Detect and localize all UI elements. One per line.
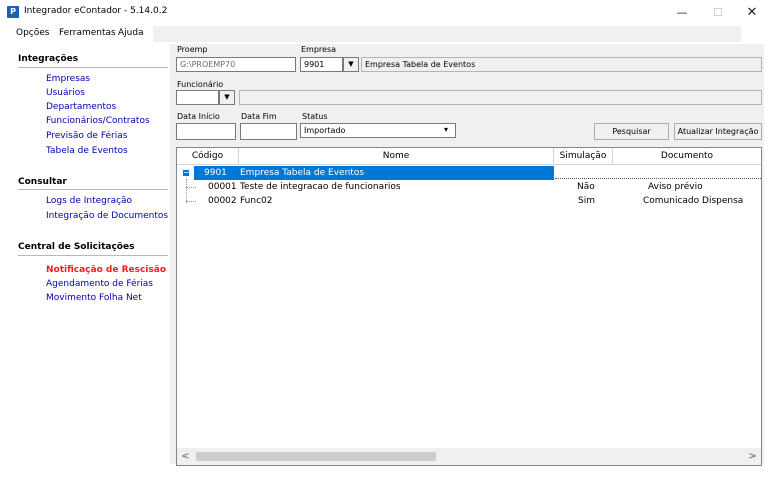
table-row[interactable]: 00001 Teste de integracao de funcionario… — [177, 180, 761, 194]
cell-codigo: 00001 — [208, 182, 237, 192]
sidebar-item-logs-integracao[interactable]: Logs de Integração — [46, 196, 132, 206]
app-icon: P — [7, 6, 19, 18]
divider — [18, 189, 168, 190]
close-button[interactable]: ✕ — [734, 2, 770, 24]
sidebar-item-departamentos[interactable]: Departamentos — [46, 102, 116, 112]
chevron-down-icon: ▼ — [348, 60, 354, 68]
column-header-codigo[interactable]: Código — [177, 148, 239, 165]
minimize-button[interactable]: — — [664, 2, 700, 24]
focus-outline — [555, 178, 761, 179]
sidebar-item-integracao-documentos[interactable]: Integração de Documentos — [46, 211, 168, 221]
cell-simulacao: Sim — [578, 196, 595, 206]
data-fim-field[interactable] — [240, 123, 297, 140]
data-inicio-label: Data Início — [177, 112, 220, 121]
chevron-down-icon: ▼ — [224, 93, 230, 101]
grid-header: Código Nome Simulação Documento — [177, 148, 761, 165]
window-title: Integrador eContador - 5.14.0.2 — [24, 6, 168, 16]
scroll-left-icon[interactable]: < — [177, 448, 194, 465]
chevron-down-icon: ▾ — [444, 125, 449, 134]
table-row[interactable]: 00002 Func02 Sim Comunicado Dispensa — [177, 194, 761, 208]
sidebar-item-movimento-folha-net[interactable]: Movimento Folha Net — [46, 293, 142, 303]
empresa-label: Empresa — [301, 45, 337, 54]
funcionario-code-field[interactable] — [176, 90, 219, 105]
divider — [18, 255, 168, 256]
proemp-label: Proemp — [177, 45, 208, 54]
group-code: 9901 — [204, 168, 227, 178]
menu-ferramentas[interactable]: Ferramentas — [59, 28, 116, 38]
results-grid: Código Nome Simulação Documento − 9901 E… — [176, 147, 762, 466]
section-header-consultar: Consultar — [18, 177, 67, 187]
status-select[interactable]: Importado — [300, 123, 456, 138]
scrollbar-thumb[interactable] — [196, 452, 436, 461]
title-bar: P Integrador eContador - 5.14.0.2 — ☐ ✕ — [0, 0, 773, 26]
cell-documento: Comunicado Dispensa — [643, 196, 744, 206]
status-label: Status — [302, 112, 328, 121]
funcionario-name-field — [239, 90, 762, 105]
atualizar-integracao-button[interactable]: Atualizar Integração — [674, 123, 762, 140]
section-header-central-solicitacoes: Central de Solicitações — [18, 242, 135, 252]
sidebar-item-usuarios[interactable]: Usuários — [46, 88, 85, 98]
sidebar: Integrações Empresas Usuários Departamen… — [10, 44, 168, 462]
collapse-icon[interactable]: − — [182, 169, 190, 177]
column-header-documento[interactable]: Documento — [613, 148, 761, 165]
sidebar-item-tabela-eventos[interactable]: Tabela de Eventos — [46, 146, 128, 156]
cell-codigo: 00002 — [208, 196, 237, 206]
column-header-nome[interactable]: Nome — [239, 148, 554, 165]
data-inicio-field[interactable] — [176, 123, 236, 140]
cell-nome: Teste de integracao de funcionarios — [240, 182, 401, 192]
sidebar-item-notificacao-rescisao[interactable]: Notificação de Rescisão — [46, 265, 166, 275]
maximize-button[interactable]: ☐ — [700, 2, 736, 24]
horizontal-scrollbar[interactable]: < > — [177, 448, 761, 465]
empresa-dropdown-button[interactable]: ▼ — [343, 57, 359, 72]
cell-nome: Func02 — [240, 196, 273, 206]
data-fim-label: Data Fim — [241, 112, 277, 121]
funcionario-dropdown-button[interactable]: ▼ — [219, 90, 235, 105]
sidebar-item-agendamento-ferias[interactable]: Agendamento de Férias — [46, 279, 153, 289]
divider — [18, 67, 168, 68]
empresa-code-field[interactable]: 9901 — [300, 57, 343, 72]
group-name: Empresa Tabela de Eventos — [240, 168, 365, 178]
scroll-right-icon[interactable]: > — [744, 448, 761, 465]
sidebar-item-previsao-ferias[interactable]: Previsão de Férias — [46, 131, 127, 141]
empresa-name-field: Empresa Tabela de Eventos — [361, 57, 762, 72]
section-header-integracoes: Integrações — [18, 54, 79, 64]
menu-ajuda[interactable]: Ajuda — [118, 28, 144, 38]
pesquisar-button[interactable]: Pesquisar — [594, 123, 669, 140]
sidebar-item-funcionarios-contratos[interactable]: Funcionários/Contratos — [46, 116, 150, 126]
menu-opcoes[interactable]: Opções — [16, 28, 49, 38]
column-header-simulacao[interactable]: Simulação — [554, 148, 613, 165]
sidebar-item-empresas[interactable]: Empresas — [46, 74, 90, 84]
cell-simulacao: Não — [577, 182, 595, 192]
group-row[interactable]: − 9901 Empresa Tabela de Eventos — [177, 166, 761, 180]
app-window: P Integrador eContador - 5.14.0.2 — ☐ ✕ … — [0, 0, 773, 486]
toolbar-strip — [153, 26, 741, 42]
funcionario-label: Funcionário — [177, 80, 224, 89]
cell-documento: Aviso prévio — [648, 182, 703, 192]
proemp-field[interactable]: G:\PROEMP70 — [176, 57, 296, 72]
